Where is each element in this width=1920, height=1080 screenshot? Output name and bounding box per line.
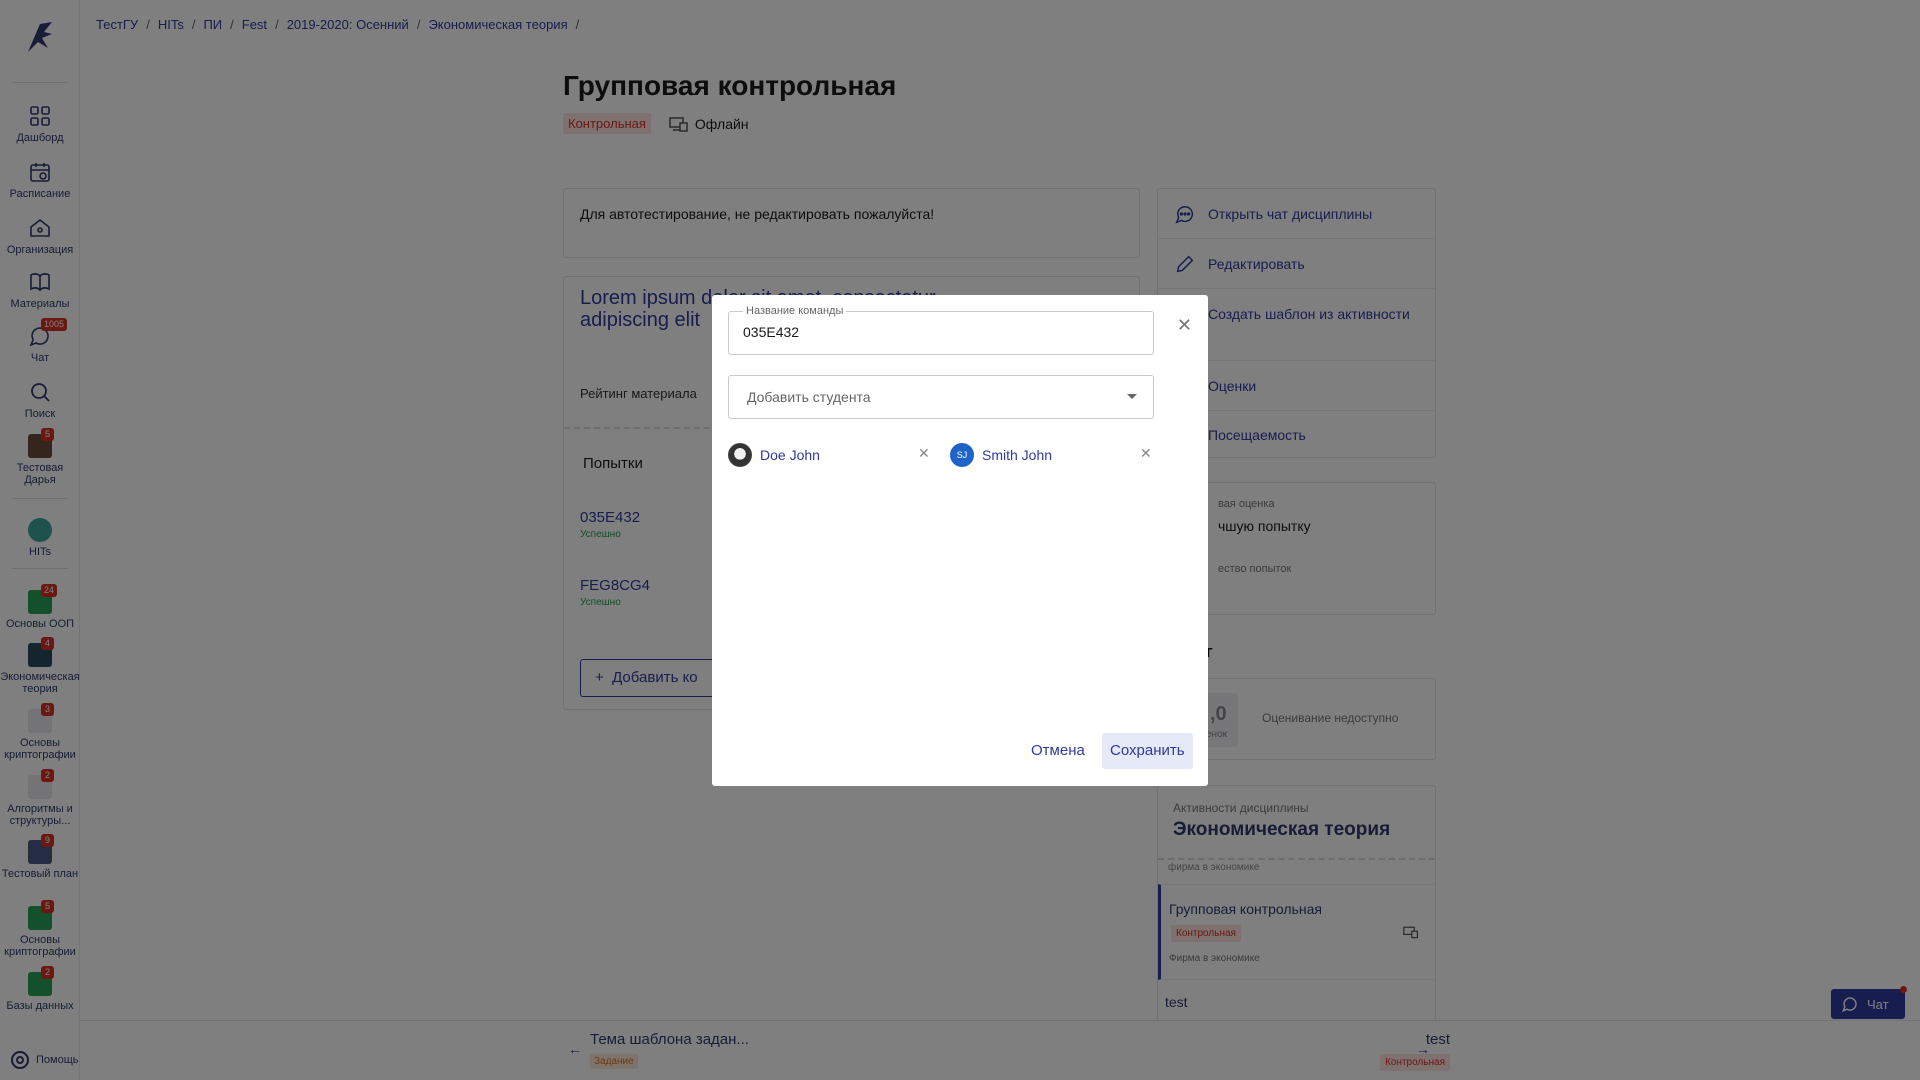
add-student-select[interactable]: Добавить студента (728, 375, 1154, 419)
remove-member-icon[interactable]: ✕ (918, 445, 930, 462)
remove-member-icon[interactable]: ✕ (1140, 445, 1152, 462)
save-button[interactable]: Сохранить (1102, 733, 1193, 769)
team-name-label: Название команды (743, 305, 847, 317)
team-edit-dialog: ✕ Название команды Добавить студента Doe… (712, 295, 1208, 786)
cancel-button[interactable]: Отмена (1023, 733, 1093, 769)
member-name[interactable]: Smith John (982, 447, 1052, 463)
avatar: SJ (950, 443, 974, 467)
team-member: Doe John (728, 443, 820, 467)
team-name-field: Название команды (728, 305, 1154, 355)
avatar (728, 443, 752, 467)
member-name[interactable]: Doe John (760, 447, 820, 463)
chevron-down-icon (1127, 394, 1137, 399)
team-name-input[interactable] (743, 324, 1123, 340)
close-icon[interactable]: ✕ (1177, 315, 1192, 336)
add-student-placeholder: Добавить студента (747, 389, 871, 405)
team-member: SJ Smith John (950, 443, 1052, 467)
